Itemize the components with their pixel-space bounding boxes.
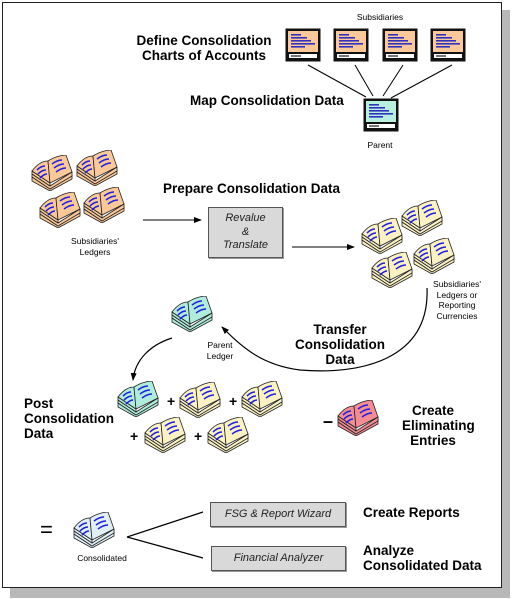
step-analyze-consolidated-data: Analyze Consolidated Data — [363, 543, 482, 574]
connector-consolidated-fsg — [126, 511, 204, 538]
connector-consolidated-analyzer — [126, 536, 204, 559]
parent-computer-icon — [363, 98, 399, 137]
connector-sub3-parent — [382, 64, 404, 97]
ledger-book-icon — [412, 237, 456, 279]
ledger-book-icon — [82, 186, 126, 228]
subsidiary-computer-icon — [382, 28, 418, 67]
step-post-consolidation-data: Post Consolidation Data — [24, 396, 114, 442]
equals-operator: = — [40, 517, 53, 542]
connector-sub2-parent — [354, 64, 374, 97]
tool-revalue-translate[interactable]: Revalue & Translate — [208, 207, 283, 258]
label-subsidiaries: Subsidiaries — [356, 12, 404, 22]
step-create-eliminating-entries: Create Eliminating Entries — [402, 403, 475, 449]
ledger-book-icon — [30, 154, 74, 196]
ledger-book-icon — [336, 399, 380, 441]
step-prepare-consolidation-data: Prepare Consolidation Data — [163, 181, 341, 196]
ledger-book-icon — [72, 511, 116, 553]
plus-operator: + — [167, 393, 176, 409]
subsidiary-computer-icon — [430, 28, 466, 67]
subsidiary-computer-icon — [285, 28, 321, 67]
ledger-book-icon — [143, 416, 187, 458]
plus-operator: + — [229, 393, 238, 409]
arrow-parent-to-post — [130, 337, 173, 381]
step-define-charts-of-accounts: Define Consolidation Charts of Accounts — [136, 33, 272, 64]
step-create-reports: Create Reports — [363, 505, 460, 520]
label-parent: Parent — [367, 140, 393, 150]
step-transfer-consolidation-data: Transfer Consolidation Data — [295, 322, 385, 368]
ledger-book-icon — [38, 191, 82, 233]
label-subsidiaries-ledgers: Subsidiaries' Ledgers — [71, 236, 119, 257]
ledger-book-icon — [170, 295, 214, 337]
ledger-book-icon — [370, 251, 414, 293]
label-parent-ledger: Parent Ledger — [206, 340, 234, 361]
plus-operator: + — [130, 428, 139, 444]
minus-operator: – — [323, 411, 334, 431]
step-map-consolidation-data: Map Consolidation Data — [190, 93, 344, 108]
ledger-book-icon — [240, 380, 284, 422]
plus-operator: + — [194, 428, 203, 444]
ledger-book-icon — [75, 149, 119, 191]
subsidiary-computer-icon — [333, 28, 369, 67]
ledger-book-icon — [116, 380, 160, 422]
ledger-book-icon — [400, 199, 444, 241]
tool-fsg-report-wizard[interactable]: FSG & Report Wizard — [210, 502, 346, 527]
label-subsidiaries-ledgers-or-reporting: Subsidiaries' Ledgers or Reporting Curre… — [433, 279, 481, 321]
tool-financial-analyzer[interactable]: Financial Analyzer — [211, 546, 346, 571]
ledger-book-icon — [206, 416, 250, 458]
label-consolidated: Consolidated — [77, 553, 127, 563]
